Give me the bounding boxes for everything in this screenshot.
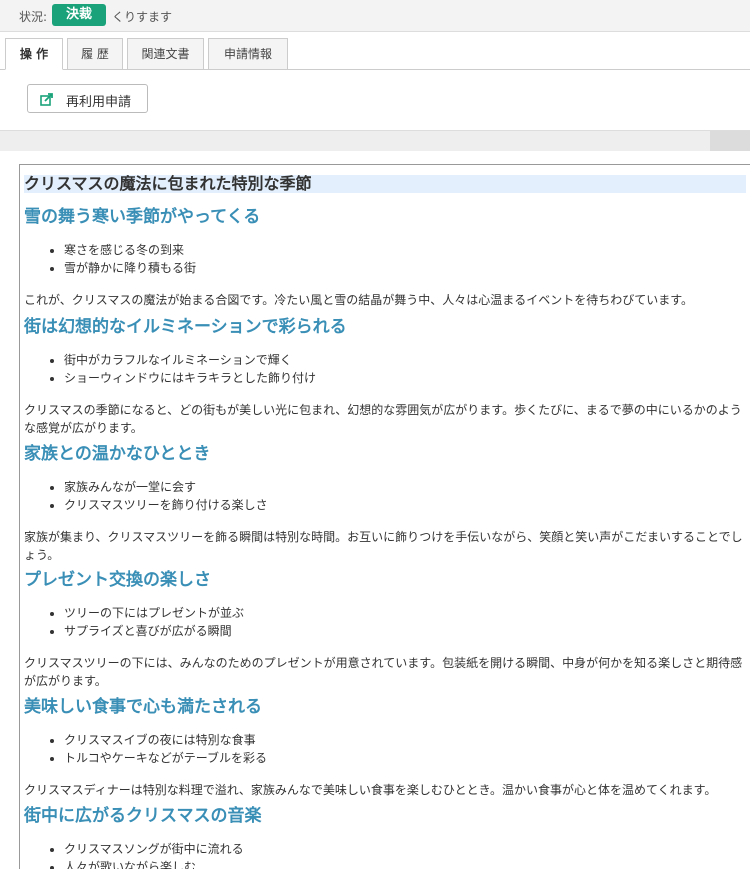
section-heading: プレゼント交換の楽しさ xyxy=(24,570,211,590)
bullet-list: 街中がカラフルなイルミネーションで輝く ショーウィンドウにはキラキラとした飾り付… xyxy=(24,351,746,387)
section-paragraph: クリスマスの季節になると、どの街もが美しい光に包まれ、幻想的な雰囲気が広がります… xyxy=(24,403,742,435)
bullet-list: クリスマスソングが街中に流れる 人々が歌いながら楽しむ xyxy=(24,840,746,869)
tab-operation[interactable]: 操 作 xyxy=(5,38,63,70)
list-item: ショーウィンドウにはキラキラとした飾り付け xyxy=(64,369,746,387)
list-item: サプライズと喜びが広がる瞬間 xyxy=(64,622,746,640)
section-heading: 美味しい食事で心も満たされる xyxy=(24,697,262,717)
list-item: 家族みんなが一堂に会す xyxy=(64,478,746,496)
share-icon xyxy=(40,92,54,106)
divider-band xyxy=(0,130,750,151)
status-badge: 決裁 xyxy=(52,4,106,26)
list-item: クリスマスソングが街中に流れる xyxy=(64,840,746,858)
status-text: くりすます xyxy=(112,10,173,24)
list-item: 寒さを感じる冬の到来 xyxy=(64,241,746,259)
status-label: 状況: xyxy=(19,10,48,24)
bullet-list: 寒さを感じる冬の到来 雪が静かに降り積もる街 xyxy=(24,241,746,277)
document-section: 家族との温かなひととき 家族みんなが一堂に会す クリスマスツリーを飾り付ける楽し… xyxy=(24,442,746,564)
reuse-application-label: 再利用申請 xyxy=(66,94,132,109)
document-section: 街は幻想的なイルミネーションで彩られる 街中がカラフルなイルミネーションで輝く … xyxy=(24,315,746,437)
section-paragraph: クリスマスディナーは特別な料理で溢れ、家族みんなで美味しい食事を楽しむひととき。… xyxy=(24,783,717,797)
list-item: トルコやケーキなどがテーブルを彩る xyxy=(64,749,746,767)
status-bar: 状況: 決裁 くりすます xyxy=(0,0,750,32)
reuse-application-button[interactable]: 再利用申請 xyxy=(27,84,148,113)
section-heading: 街は幻想的なイルミネーションで彩られる xyxy=(24,317,347,337)
bullet-list: 家族みんなが一堂に会す クリスマスツリーを飾り付ける楽しさ xyxy=(24,478,746,514)
list-item: クリスマスイブの夜には特別な食事 xyxy=(64,731,746,749)
list-item: クリスマスツリーを飾り付ける楽しさ xyxy=(64,496,746,514)
document-section: プレゼント交換の楽しさ ツリーの下にはプレゼントが並ぶ サプライズと喜びが広がる… xyxy=(24,568,746,690)
document-section: 街中に広がるクリスマスの音楽 クリスマスソングが街中に流れる 人々が歌いながら楽… xyxy=(24,804,746,869)
tab-bar: 操 作 履 歴 関連文書 申請情報 xyxy=(0,32,750,70)
section-heading: 家族との温かなひととき xyxy=(24,444,211,464)
list-item: ツリーの下にはプレゼントが並ぶ xyxy=(64,604,746,622)
document-section: 美味しい食事で心も満たされる クリスマスイブの夜には特別な食事 トルコやケーキな… xyxy=(24,695,746,799)
section-heading: 雪の舞う寒い季節がやってくる xyxy=(24,207,261,227)
list-item: 人々が歌いながら楽しむ xyxy=(64,858,746,869)
section-paragraph: これが、クリスマスの魔法が始まる合図です。冷たい風と雪の結晶が舞う中、人々は心温… xyxy=(24,293,694,307)
bullet-list: クリスマスイブの夜には特別な食事 トルコやケーキなどがテーブルを彩る xyxy=(24,731,746,767)
tab-application-info[interactable]: 申請情報 xyxy=(208,38,288,70)
tab-history[interactable]: 履 歴 xyxy=(67,38,123,70)
list-item: 街中がカラフルなイルミネーションで輝く xyxy=(64,351,746,369)
bullet-list: ツリーの下にはプレゼントが並ぶ サプライズと喜びが広がる瞬間 xyxy=(24,604,746,640)
horizontal-scroll-thumb[interactable] xyxy=(710,131,750,151)
section-heading: 街中に広がるクリスマスの音楽 xyxy=(24,806,262,826)
tab-related-documents[interactable]: 関連文書 xyxy=(127,38,204,70)
list-item: 雪が静かに降り積もる街 xyxy=(64,259,746,277)
section-paragraph: クリスマスツリーの下には、みんなのためのプレゼントが用意されています。包装紙を開… xyxy=(24,656,743,688)
document-viewer: クリスマスの魔法に包まれた特別な季節 雪の舞う寒い季節がやってくる 寒さを感じる… xyxy=(19,164,750,869)
document-title: クリスマスの魔法に包まれた特別な季節 xyxy=(24,175,746,193)
document-section: 雪の舞う寒い季節がやってくる 寒さを感じる冬の到来 雪が静かに降り積もる街 これ… xyxy=(24,205,746,309)
section-paragraph: 家族が集まり、クリスマスツリーを飾る瞬間は特別な時間。お互いに飾りつけを手伝いな… xyxy=(24,530,743,562)
